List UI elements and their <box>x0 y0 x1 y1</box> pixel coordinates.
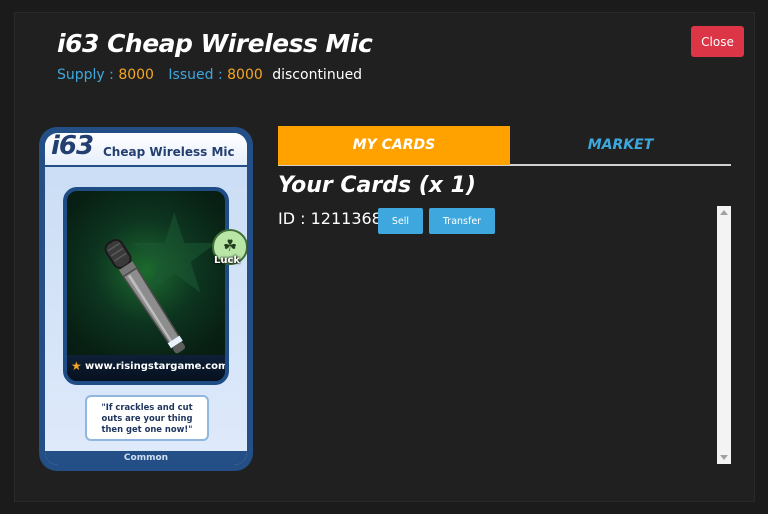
star-icon: ★ <box>71 359 82 373</box>
close-button[interactable]: Close <box>691 26 744 57</box>
website-text: www.risingstargame.com <box>85 361 229 372</box>
tab-bar: MY CARDS MARKET <box>278 126 731 166</box>
scroll-down-icon[interactable] <box>720 455 728 460</box>
website-bar: ★ www.risingstargame.com <box>67 355 225 381</box>
sell-button[interactable]: Sell <box>378 208 423 234</box>
card-face: i63 Cheap Wireless Mic ★ ★ www.risingsta… <box>45 133 247 465</box>
card-header: i63 Cheap Wireless Mic <box>45 133 247 167</box>
card-number: i63 <box>51 133 94 161</box>
rarity-label: Common <box>45 451 247 465</box>
scrollbar[interactable] <box>717 206 731 464</box>
luck-label: Luck <box>214 255 241 266</box>
card-artwork: ★ ★ www.risingstargame.com <box>63 187 229 385</box>
tab-my-cards[interactable]: MY CARDS <box>278 126 510 165</box>
transfer-button[interactable]: Transfer <box>429 208 495 234</box>
card-id: ID : 1211368 <box>278 209 382 228</box>
card-name: Cheap Wireless Mic <box>103 145 235 159</box>
supply-label: Supply : <box>57 67 114 83</box>
issued-label: Issued : <box>168 67 223 83</box>
scroll-up-icon[interactable] <box>720 210 728 215</box>
page-title: i63 Cheap Wireless Mic <box>57 29 373 58</box>
your-cards-heading: Your Cards (x 1) <box>278 173 476 198</box>
tab-market[interactable]: MARKET <box>510 126 731 165</box>
card-image: i63 Cheap Wireless Mic ★ ★ www.risingsta… <box>39 127 253 471</box>
card-detail-modal: i63 Cheap Wireless Mic Supply : 8000 Iss… <box>14 12 755 502</box>
issued-value: 8000 <box>227 67 263 83</box>
microphone-icon <box>104 238 186 354</box>
supply-info: Supply : 8000 Issued : 8000 discontinued <box>57 67 362 83</box>
card-quote: "If crackles and cut outs are your thing… <box>85 395 209 441</box>
status-text: discontinued <box>272 67 363 83</box>
supply-value: 8000 <box>118 67 154 83</box>
